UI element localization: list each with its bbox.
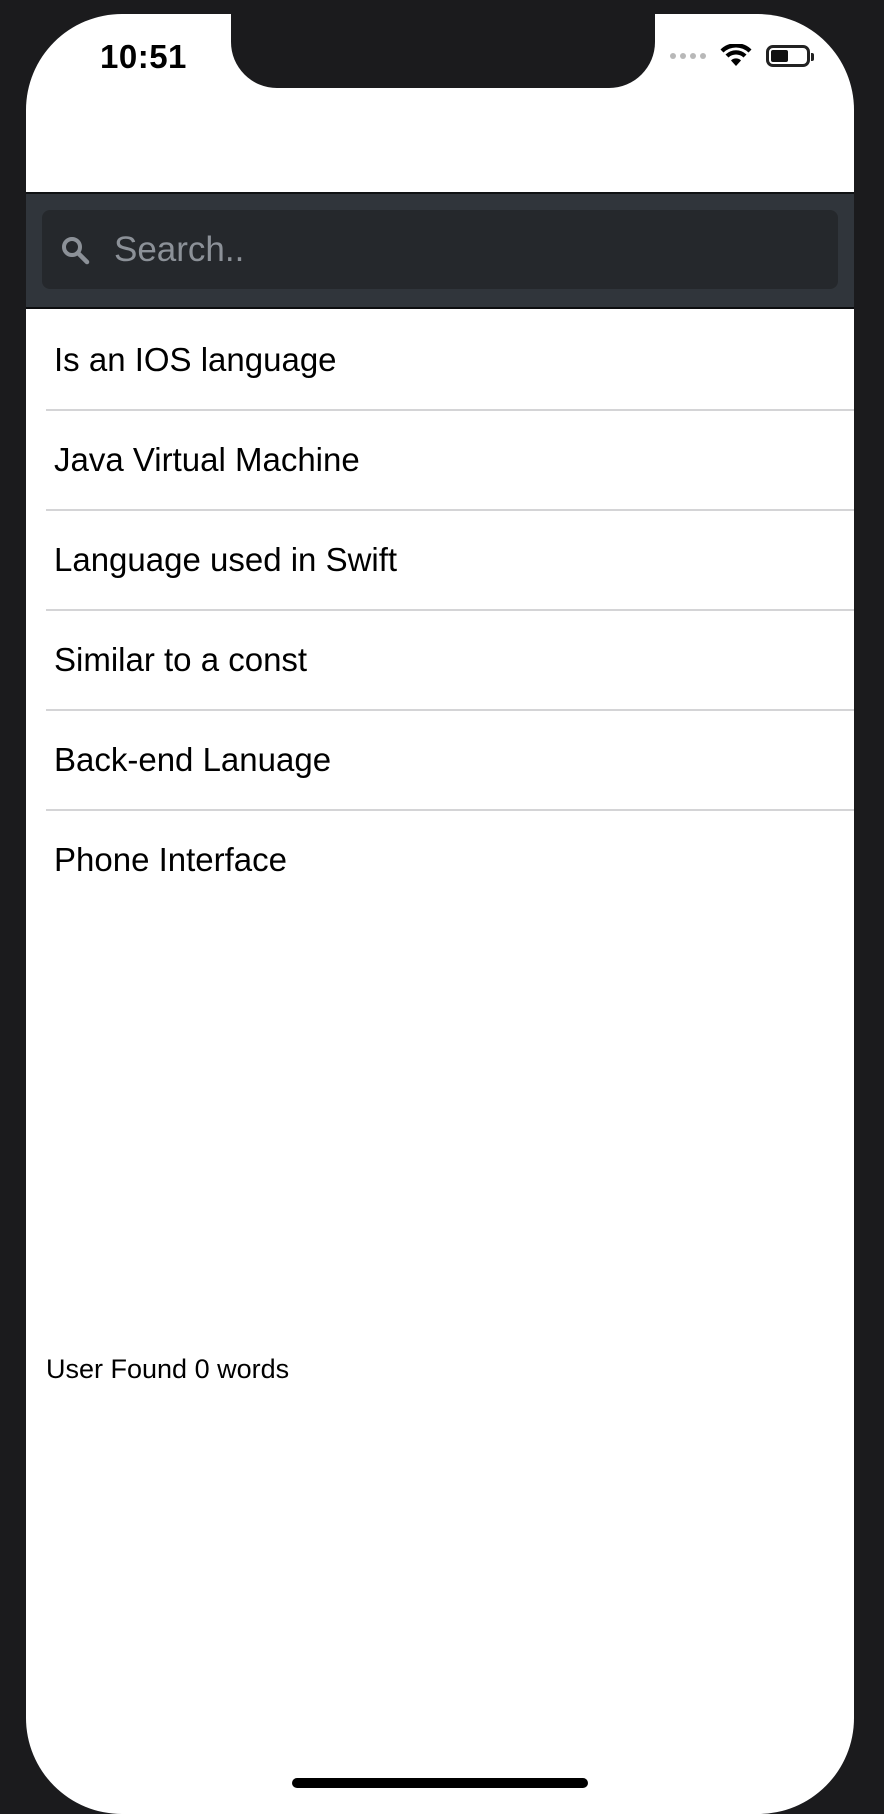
- phone-screen: 10:51 Is an IOS language: [26, 14, 854, 1814]
- list-item[interactable]: Java Virtual Machine: [46, 411, 854, 511]
- list-item-label: Language used in Swift: [54, 541, 398, 578]
- list-item[interactable]: Language used in Swift: [46, 511, 854, 611]
- status-time: 10:51: [100, 38, 187, 75]
- search-bar: [26, 194, 854, 309]
- status-icons: [670, 44, 814, 68]
- list-item-label: Back-end Lanuage: [54, 741, 332, 778]
- list-item[interactable]: Phone Interface: [46, 811, 854, 909]
- search-input[interactable]: [112, 228, 796, 271]
- list-item-label: Java Virtual Machine: [54, 441, 360, 478]
- wifi-icon: [720, 44, 752, 66]
- list-item-label: Is an IOS language: [54, 341, 337, 378]
- home-indicator[interactable]: [292, 1778, 588, 1788]
- word-list: Is an IOS language Java Virtual Machine …: [26, 311, 854, 909]
- list-item[interactable]: Is an IOS language: [46, 311, 854, 411]
- device-notch: [231, 14, 655, 88]
- battery-icon: [766, 45, 814, 67]
- search-field[interactable]: [42, 210, 838, 289]
- list-item-label: Phone Interface: [54, 841, 287, 878]
- words-found-text: User Found 0 words: [46, 1354, 290, 1384]
- search-icon: [60, 234, 92, 266]
- signal-icon: [670, 53, 706, 59]
- list-item-label: Similar to a const: [54, 641, 308, 678]
- list-item[interactable]: Similar to a const: [46, 611, 854, 711]
- list-item[interactable]: Back-end Lanuage: [46, 711, 854, 811]
